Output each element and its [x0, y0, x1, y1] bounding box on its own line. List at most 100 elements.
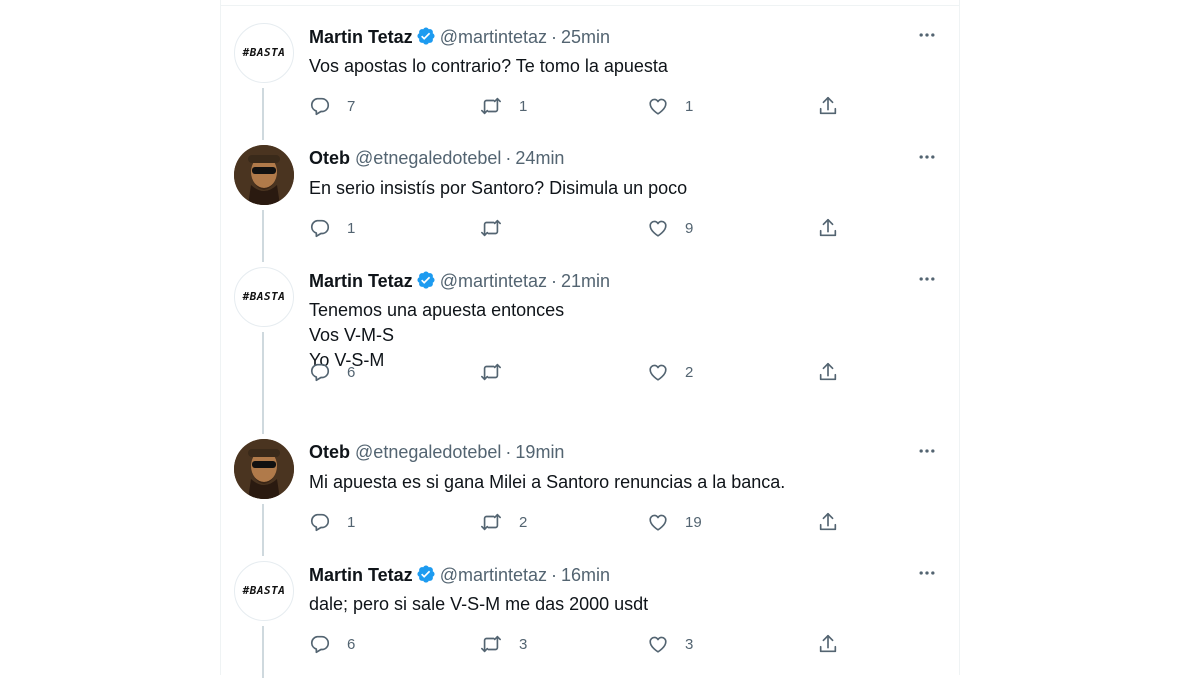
retweet-icon: [479, 361, 503, 383]
like-button[interactable]: 1: [647, 95, 693, 117]
more-dots-icon[interactable]: [917, 147, 937, 172]
avatar-logo-text: #BASTA: [242, 584, 286, 597]
tweet-timestamp[interactable]: 21min: [561, 271, 610, 291]
tweet-actions: 19: [309, 217, 869, 241]
separator-dot: ·: [505, 442, 512, 462]
author-handle[interactable]: @martintetaz: [440, 271, 547, 291]
reply-count: 7: [347, 97, 356, 115]
tweet-actions: 62: [309, 361, 869, 385]
avatar[interactable]: [234, 439, 294, 499]
separator-dot: ·: [505, 148, 512, 168]
reply-button[interactable]: 7: [309, 95, 355, 117]
author-name[interactable]: Oteb: [309, 148, 350, 168]
retweet-count: 3: [519, 635, 528, 653]
tweet-text: En serio insistís por Santoro? Disimula …: [309, 176, 687, 201]
reply-icon: [309, 633, 331, 655]
author-handle[interactable]: @etnegaledotebel: [355, 442, 501, 462]
like-button[interactable]: 9: [647, 217, 693, 239]
reply-count: 1: [347, 513, 356, 531]
avatar-logo-text: #BASTA: [242, 290, 286, 303]
like-count: 1: [685, 97, 694, 115]
author-name[interactable]: Oteb: [309, 442, 350, 462]
tweet-actions: 6 3 3: [309, 633, 869, 657]
author-handle[interactable]: @martintetaz: [440, 27, 547, 47]
avatar[interactable]: #BASTA: [234, 561, 294, 621]
tweet-text: Vos apostas lo contrario? Te tomo la apu…: [309, 54, 668, 79]
avatar[interactable]: #BASTA: [234, 267, 294, 327]
thread-connector-line: [262, 332, 264, 434]
verified-badge-icon: [416, 564, 436, 589]
more-dots-icon[interactable]: [917, 441, 937, 466]
retweet-button[interactable]: 3: [479, 633, 527, 655]
share-button[interactable]: [817, 633, 839, 655]
tweet-header: Martin Tetaz @martintetaz · 25min: [309, 26, 610, 51]
reply-icon: [309, 511, 331, 533]
tweet: Oteb @etnegaledotebel · 24min En serio insi…: [221, 127, 959, 262]
separator-dot: ·: [551, 565, 557, 585]
like-icon: [647, 511, 669, 533]
author-name[interactable]: Martin Tetaz: [309, 27, 413, 47]
tweet-timestamp[interactable]: 19min: [515, 442, 564, 462]
retweet-count: 2: [519, 513, 528, 531]
retweet-icon: [479, 633, 503, 655]
author-name[interactable]: Martin Tetaz: [309, 565, 413, 585]
tweet: #BASTA Martin Tetaz @martintetaz · 16min dale…: [221, 543, 959, 678]
like-count: 2: [685, 363, 694, 381]
like-icon: [647, 361, 669, 383]
retweet-button[interactable]: 2: [479, 511, 527, 533]
author-handle[interactable]: @etnegaledotebel: [355, 148, 501, 168]
more-dots-icon[interactable]: [917, 25, 937, 50]
tweet-text-line: dale; pero si sale V-S-M me das 2000 usd…: [309, 594, 649, 614]
tweet-header: Martin Tetaz @martintetaz · 16min: [309, 564, 610, 589]
tweet-text-line: Vos V-M-S: [309, 325, 395, 345]
share-button[interactable]: [817, 511, 839, 533]
tweet-text-line: En serio insistís por Santoro? Disimula …: [309, 178, 688, 198]
retweet-icon: [479, 511, 503, 533]
like-button[interactable]: 3: [647, 633, 693, 655]
tweet-timestamp[interactable]: 25min: [561, 27, 610, 47]
tweet-actions: 7 1 1: [309, 95, 869, 119]
reply-count: 6: [347, 363, 356, 381]
share-icon: [817, 95, 839, 117]
share-icon: [817, 511, 839, 533]
verified-badge-icon: [416, 26, 436, 51]
author-name[interactable]: Martin Tetaz: [309, 271, 413, 291]
tweet-text: Mi apuesta es si gana Milei a Santoro re…: [309, 470, 785, 495]
more-dots-icon[interactable]: [917, 563, 937, 588]
reply-button[interactable]: 6: [309, 361, 355, 383]
reply-icon: [309, 361, 331, 383]
like-icon: [647, 633, 669, 655]
author-handle[interactable]: @martintetaz: [440, 565, 547, 585]
tweet-header: Oteb @etnegaledotebel · 24min: [309, 148, 564, 169]
like-icon: [647, 217, 669, 239]
tweet: Oteb @etnegaledotebel · 19min Mi apuesta es…: [221, 421, 959, 556]
retweet-count: 1: [519, 97, 528, 115]
like-count: 9: [685, 219, 694, 237]
share-button[interactable]: [817, 217, 839, 239]
like-button[interactable]: 2: [647, 361, 693, 383]
avatar[interactable]: #BASTA: [234, 23, 294, 83]
reply-button[interactable]: 1: [309, 511, 355, 533]
tweet: #BASTA Martin Tetaz @martintetaz · 25min Vos …: [221, 5, 959, 140]
like-button[interactable]: 19: [647, 511, 702, 533]
reply-button[interactable]: 1: [309, 217, 355, 239]
share-icon: [817, 217, 839, 239]
avatar[interactable]: [234, 145, 294, 205]
separator-dot: ·: [551, 271, 557, 291]
tweet-text-line: Mi apuesta es si gana Milei a Santoro re…: [309, 472, 786, 492]
reply-icon: [309, 95, 331, 117]
tweet-timestamp[interactable]: 24min: [515, 148, 564, 168]
reply-button[interactable]: 6: [309, 633, 355, 655]
tweet-header: Martin Tetaz @martintetaz · 21min: [309, 270, 610, 295]
share-button[interactable]: [817, 95, 839, 117]
timeline-column: #BASTA Martin Tetaz @martintetaz · 25min Vos …: [220, 0, 960, 678]
tweet-timestamp[interactable]: 16min: [561, 565, 610, 585]
more-dots-icon[interactable]: [917, 269, 937, 294]
retweet-icon: [479, 217, 503, 239]
reply-count: 1: [347, 219, 356, 237]
share-button[interactable]: [817, 361, 839, 383]
retweet-button[interactable]: [479, 361, 519, 383]
reply-icon: [309, 217, 331, 239]
retweet-button[interactable]: [479, 217, 519, 239]
retweet-button[interactable]: 1: [479, 95, 527, 117]
